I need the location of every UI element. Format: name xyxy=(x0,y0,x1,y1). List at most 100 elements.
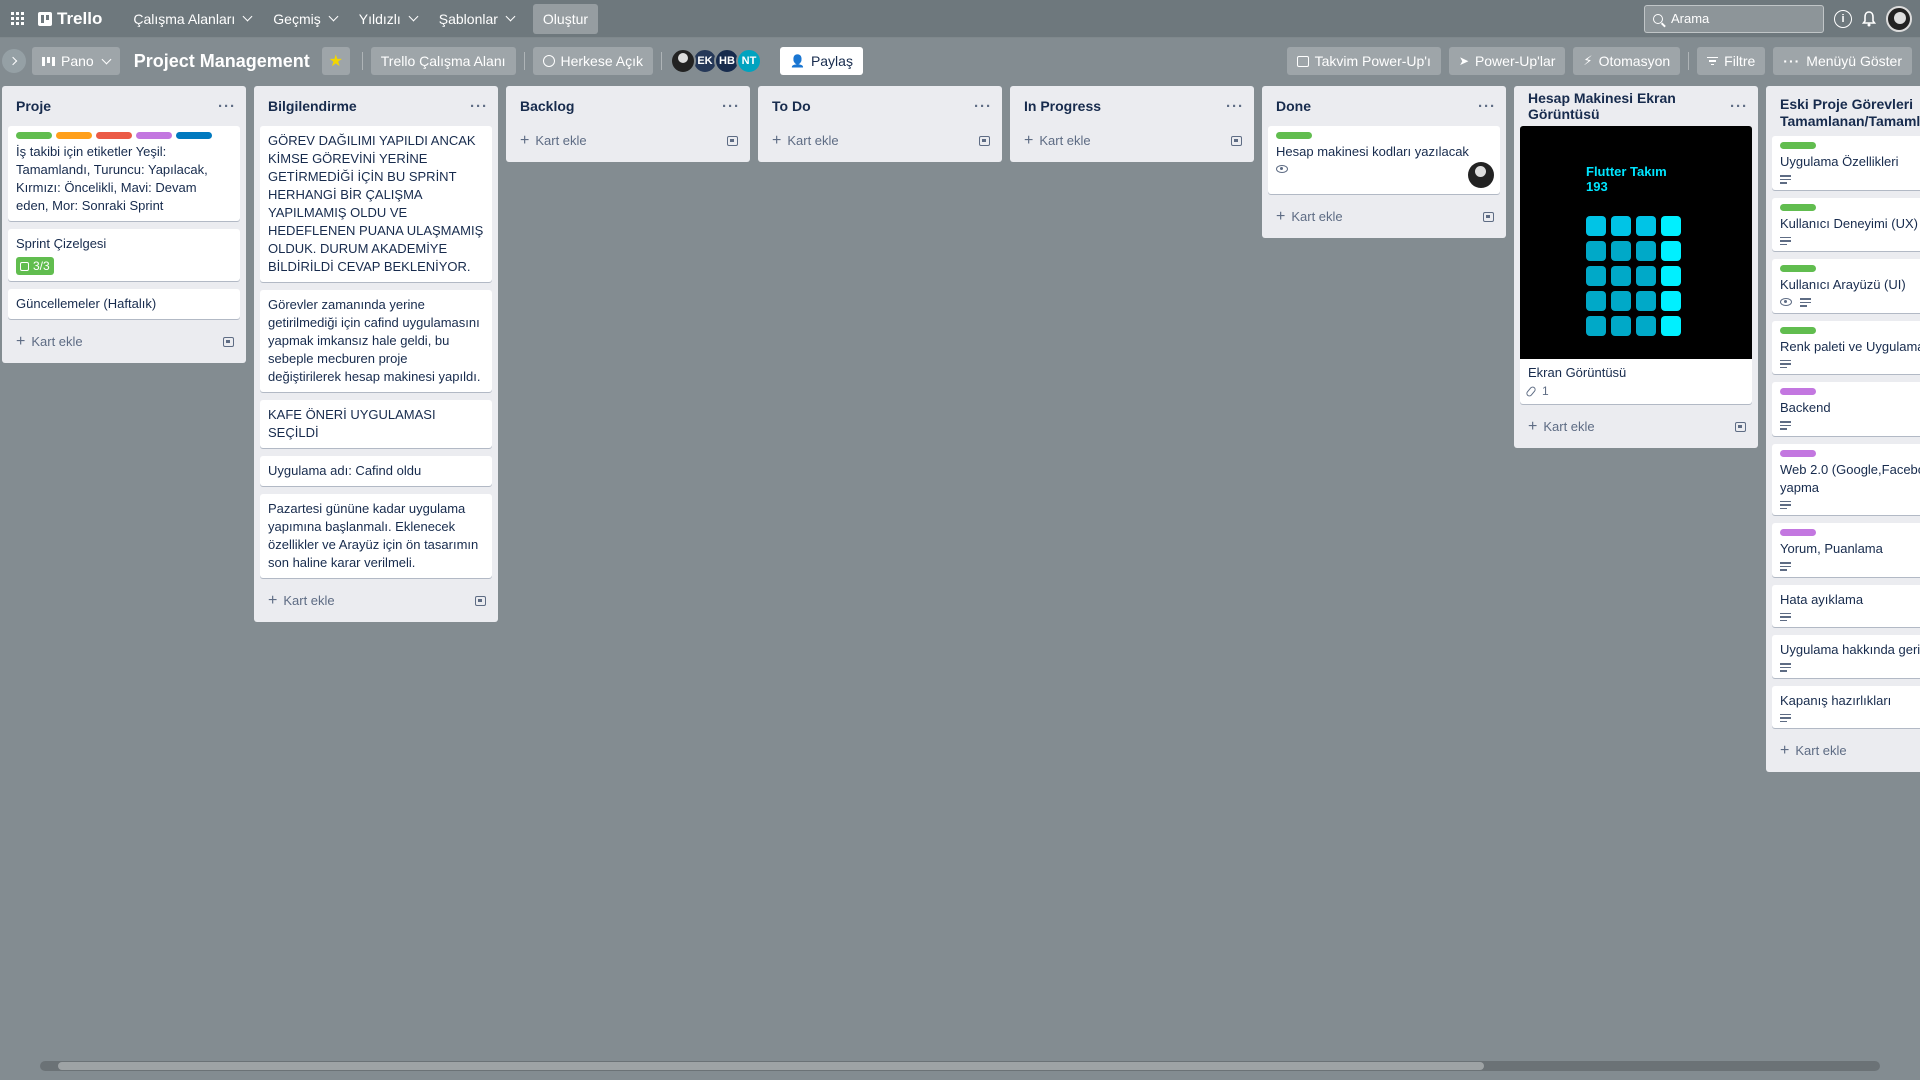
list-title[interactable]: Hesap Makinesi Ekran Görüntüsü xyxy=(1528,90,1730,122)
add-card-button[interactable]: + Kart ekle xyxy=(1528,418,1595,436)
template-icon[interactable] xyxy=(223,337,234,347)
list-todo: To Do ··· + Kart ekle xyxy=(758,86,1002,162)
list-title[interactable]: Bilgilendirme xyxy=(268,98,357,114)
view-switcher-button[interactable]: Pano xyxy=(32,47,120,75)
visibility-button[interactable]: Herkese Açık xyxy=(532,47,653,75)
bell-icon[interactable] xyxy=(1862,10,1876,27)
list-header[interactable]: Proje ··· xyxy=(8,86,240,126)
label-green[interactable] xyxy=(1780,203,1816,211)
card[interactable]: Backend xyxy=(1772,382,1920,436)
member-avatar[interactable] xyxy=(669,48,696,74)
label-green[interactable] xyxy=(16,132,52,139)
template-icon[interactable] xyxy=(1483,212,1494,222)
list-title[interactable]: Backlog xyxy=(520,98,574,114)
template-icon[interactable] xyxy=(979,136,990,146)
add-card-button[interactable]: + Kart ekle xyxy=(1780,742,1847,760)
list-menu-icon[interactable]: ··· xyxy=(722,98,740,115)
scrollbar-thumb[interactable] xyxy=(58,1062,1484,1070)
card[interactable]: Kapanış hazırlıkları xyxy=(1772,685,1920,728)
card[interactable]: Hesap makinesi kodları yazılacak xyxy=(1268,126,1500,194)
card[interactable]: Kullanıcı Arayüzü (UI) xyxy=(1772,259,1920,313)
card[interactable]: Hata ayıklama xyxy=(1772,584,1920,627)
card[interactable]: GÖREV DAĞILIMI YAPILDI ANCAK KİMSE GÖREV… xyxy=(260,126,492,282)
card[interactable]: KAFE ÖNERİ UYGULAMASI SEÇİLDİ xyxy=(260,400,492,448)
list-title[interactable]: Eski Proje Görevleri Tamamlanan/Tamamlan… xyxy=(1780,96,1920,130)
card[interactable]: Uygulama adı: Cafind oldu xyxy=(260,456,492,486)
list-header[interactable]: Done ··· xyxy=(1268,86,1500,126)
add-card-button[interactable]: + Kart ekle xyxy=(772,132,839,150)
list-header[interactable]: Eski Proje Görevleri Tamamlanan/Tamamlan… xyxy=(1772,86,1920,136)
search-input[interactable]: Arama xyxy=(1644,4,1824,33)
label-green[interactable] xyxy=(1780,326,1816,334)
list-title[interactable]: Done xyxy=(1276,98,1311,114)
list-header[interactable]: Backlog ··· xyxy=(512,86,744,126)
label-green[interactable] xyxy=(1780,265,1816,272)
label-red[interactable] xyxy=(96,132,132,139)
info-icon[interactable]: i xyxy=(1834,9,1852,28)
card[interactable]: Sprint Çizelgesi 3/3 xyxy=(8,229,240,281)
board-title[interactable]: Project Management xyxy=(128,51,322,72)
nav-starred[interactable]: Yıldızlı xyxy=(348,4,428,34)
label-green[interactable] xyxy=(1780,142,1816,149)
filter-button[interactable]: Filtre xyxy=(1697,47,1766,75)
nav-recent[interactable]: Geçmiş xyxy=(262,4,347,34)
user-avatar[interactable] xyxy=(1886,5,1912,32)
card[interactable]: Yorum, Puanlama xyxy=(1772,523,1920,577)
template-icon[interactable] xyxy=(727,136,738,146)
card[interactable]: Görevler zamanında yerine getirilmediği … xyxy=(260,290,492,392)
card[interactable]: Kullanıcı Deneyimi (UX) xyxy=(1772,197,1920,251)
list-menu-icon[interactable]: ··· xyxy=(1730,98,1748,115)
label-blue[interactable] xyxy=(176,132,212,139)
nav-workspaces[interactable]: Çalışma Alanları xyxy=(122,4,262,34)
member-avatar[interactable]: NT xyxy=(735,48,762,74)
label-purple[interactable] xyxy=(1780,449,1816,457)
trello-logo[interactable]: Trello xyxy=(38,9,102,29)
template-icon[interactable] xyxy=(1735,422,1746,432)
list-header[interactable]: Bilgilendirme ··· xyxy=(260,86,492,126)
calendar-powerup-button[interactable]: Takvim Power-Up'ı xyxy=(1286,47,1441,75)
card[interactable]: Web 2.0 (Google,Facebook ile giriş yapma xyxy=(1772,443,1920,515)
star-icon[interactable]: ★ xyxy=(321,47,350,75)
list-title[interactable]: In Progress xyxy=(1024,98,1101,114)
show-menu-button[interactable]: ··· Menüyü Göster xyxy=(1773,47,1912,75)
label-purple[interactable] xyxy=(1780,529,1816,536)
card-member-avatar[interactable] xyxy=(1468,162,1494,188)
list-header[interactable]: To Do ··· xyxy=(764,86,996,126)
card[interactable]: Güncellemeler (Haftalık) xyxy=(8,289,240,319)
list-menu-icon[interactable]: ··· xyxy=(1226,98,1244,115)
card[interactable]: İş takibi için etiketler Yeşil: Tamamlan… xyxy=(8,126,240,221)
list-menu-icon[interactable]: ··· xyxy=(1478,98,1496,115)
list-title[interactable]: Proje xyxy=(16,98,51,114)
list-menu-icon[interactable]: ··· xyxy=(470,98,488,115)
card[interactable]: Pazartesi gününe kadar uygulama yapımına… xyxy=(260,494,492,578)
add-card-button[interactable]: + Kart ekle xyxy=(16,333,83,351)
label-orange[interactable] xyxy=(56,132,92,139)
automation-button[interactable]: ⚡ Otomasyon xyxy=(1573,47,1681,75)
card[interactable]: Flutter Takım 193 Ekran Görüntüsü 1 xyxy=(1520,126,1752,404)
template-icon[interactable] xyxy=(1231,136,1242,146)
list-header[interactable]: In Progress ··· xyxy=(1016,86,1248,126)
nav-templates[interactable]: Şablonlar xyxy=(428,4,525,34)
label-green[interactable] xyxy=(1276,132,1312,139)
list-menu-icon[interactable]: ··· xyxy=(974,98,992,115)
card[interactable]: Uygulama hakkında geri bildirim xyxy=(1772,635,1920,678)
label-purple[interactable] xyxy=(1780,388,1816,395)
apps-grid-icon[interactable] xyxy=(8,9,28,29)
workspace-button[interactable]: Trello Çalışma Alanı xyxy=(370,47,516,75)
sidebar-expand-button[interactable] xyxy=(2,49,26,73)
add-card-button[interactable]: + Kart ekle xyxy=(1276,208,1343,226)
template-icon[interactable] xyxy=(475,596,486,606)
card[interactable]: Uygulama Özellikleri xyxy=(1772,136,1920,190)
add-card-button[interactable]: + Kart ekle xyxy=(1024,132,1091,150)
add-card-button[interactable]: + Kart ekle xyxy=(268,592,335,610)
card[interactable]: Renk paleti ve Uygulama xyxy=(1772,320,1920,374)
label-purple[interactable] xyxy=(136,132,172,139)
list-title[interactable]: To Do xyxy=(772,98,811,114)
list-menu-icon[interactable]: ··· xyxy=(218,98,236,115)
list-header[interactable]: Hesap Makinesi Ekran Görüntüsü ··· xyxy=(1520,86,1752,126)
create-button[interactable]: Oluştur xyxy=(532,3,599,34)
powerups-button[interactable]: ➤ Power-Up'lar xyxy=(1448,47,1566,75)
share-button[interactable]: 👤 Paylaş xyxy=(779,47,863,75)
horizontal-scrollbar[interactable] xyxy=(40,1061,1880,1071)
add-card-button[interactable]: + Kart ekle xyxy=(520,132,587,150)
